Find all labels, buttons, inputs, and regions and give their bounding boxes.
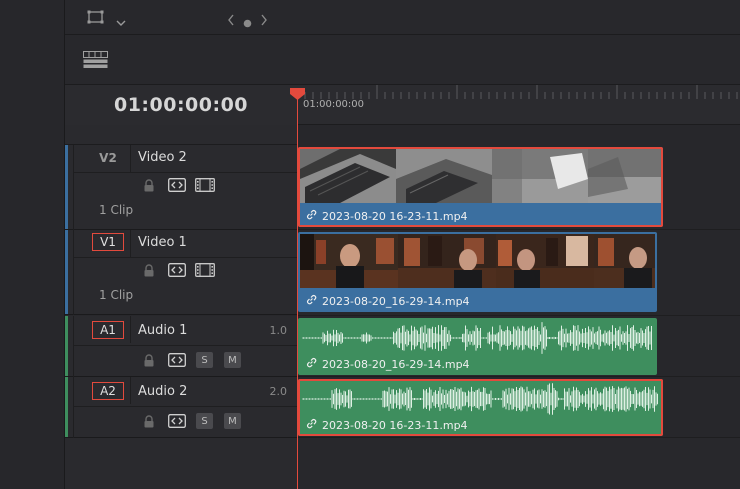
clip-a1[interactable]: 2023-08-20_16-29-14.mp4 xyxy=(298,318,657,375)
left-panel-strip xyxy=(0,0,65,489)
thumbnail xyxy=(496,234,594,288)
track-color-bar xyxy=(65,230,68,314)
solo-button[interactable]: S xyxy=(196,352,213,368)
thumbnail xyxy=(588,149,661,203)
clip-a2[interactable]: 2023-08-20 16-23-11.mp4 xyxy=(298,379,663,436)
track-level: 1.0 xyxy=(269,324,288,337)
clip-label: 2023-08-20 16-23-11.mp4 xyxy=(306,209,468,223)
track-name[interactable]: Video 2 xyxy=(138,150,187,165)
track-header-v1[interactable]: V1 Video 1 1 Clip xyxy=(65,230,297,315)
clip-thumbnails xyxy=(300,149,661,203)
track-id[interactable]: V1 xyxy=(92,233,124,251)
track-color-bar xyxy=(65,377,68,437)
lock-icon[interactable] xyxy=(141,177,157,193)
timeline-view-options-icon[interactable] xyxy=(83,51,108,73)
timeline-options-bar xyxy=(65,35,740,85)
thumbnail xyxy=(594,234,655,288)
timecode-display[interactable]: 01:00:00:00 xyxy=(65,85,297,125)
audio-waveform xyxy=(302,383,658,415)
thumbnail xyxy=(398,234,496,288)
mute-button[interactable]: M xyxy=(224,413,241,429)
playhead-line[interactable] xyxy=(297,93,298,489)
track-header-a2[interactable]: A2 Audio 2 2.0 S M xyxy=(65,377,297,438)
track-name[interactable]: Audio 2 xyxy=(138,384,187,399)
thumbnail xyxy=(300,149,396,203)
ruler-start-label: 01:00:00:00 xyxy=(303,99,365,110)
thumbnail xyxy=(492,149,588,203)
track-id[interactable]: A2 xyxy=(92,382,124,400)
audio-waveform xyxy=(302,322,652,354)
nav-forward-icon[interactable] xyxy=(260,11,268,30)
link-icon xyxy=(306,418,317,432)
selection-mode-icon[interactable] xyxy=(87,9,105,29)
timeline-spacer xyxy=(297,125,740,145)
clip-name: 2023-08-20_16-29-14.mp4 xyxy=(322,357,470,371)
track-id: V2 xyxy=(99,151,117,165)
timeline-toolbar xyxy=(65,0,740,35)
auto-select-icon[interactable] xyxy=(168,413,186,429)
auto-select-icon[interactable] xyxy=(168,177,186,193)
chevron-down-icon[interactable] xyxy=(116,12,126,31)
clip-v1[interactable]: 2023-08-20_16-29-14.mp4 xyxy=(298,232,657,312)
clip-name: 2023-08-20 16-23-11.mp4 xyxy=(322,209,468,223)
clip-thumbnails xyxy=(300,234,655,288)
track-id[interactable]: A1 xyxy=(92,321,124,339)
clip-label: 2023-08-20 16-23-11.mp4 xyxy=(306,418,468,432)
lock-icon[interactable] xyxy=(141,413,157,429)
track-header-empty xyxy=(65,438,297,489)
clip-label: 2023-08-20_16-29-14.mp4 xyxy=(306,294,470,308)
mute-button[interactable]: M xyxy=(224,352,241,368)
auto-select-icon[interactable] xyxy=(168,352,186,368)
track-name[interactable]: Video 1 xyxy=(138,235,187,250)
ruler-ticks xyxy=(304,85,738,99)
clip-name: 2023-08-20 16-23-11.mp4 xyxy=(322,418,468,432)
track-level: 2.0 xyxy=(269,385,288,398)
track-clip-count: 1 Clip xyxy=(99,288,134,302)
track-header-a1[interactable]: A1 Audio 1 1.0 S M xyxy=(65,316,297,377)
header-spacer xyxy=(65,125,297,145)
clip-v2[interactable]: 2023-08-20 16-23-11.mp4 xyxy=(298,147,663,227)
link-icon xyxy=(306,209,317,223)
link-icon xyxy=(306,294,317,308)
thumbnail xyxy=(396,149,492,203)
clip-label: 2023-08-20_16-29-14.mp4 xyxy=(306,357,470,371)
nav-dot-icon[interactable] xyxy=(243,13,252,32)
lock-icon[interactable] xyxy=(141,262,157,278)
clip-name: 2023-08-20_16-29-14.mp4 xyxy=(322,294,470,308)
solo-button[interactable]: S xyxy=(196,413,213,429)
lock-icon[interactable] xyxy=(141,352,157,368)
thumbnail xyxy=(300,234,398,288)
track-clip-count: 1 Clip xyxy=(99,203,134,217)
link-icon xyxy=(306,357,317,371)
playhead-icon[interactable] xyxy=(290,85,305,100)
track-color-bar xyxy=(65,145,68,229)
track-name[interactable]: Audio 1 xyxy=(138,323,187,338)
video-toggle-icon[interactable] xyxy=(195,177,215,193)
track-header-v2[interactable]: V2 Video 2 1 Clip xyxy=(65,145,297,230)
nav-back-icon[interactable] xyxy=(227,11,235,30)
auto-select-icon[interactable] xyxy=(168,262,186,278)
video-toggle-icon[interactable] xyxy=(195,262,215,278)
track-color-bar xyxy=(65,316,68,376)
